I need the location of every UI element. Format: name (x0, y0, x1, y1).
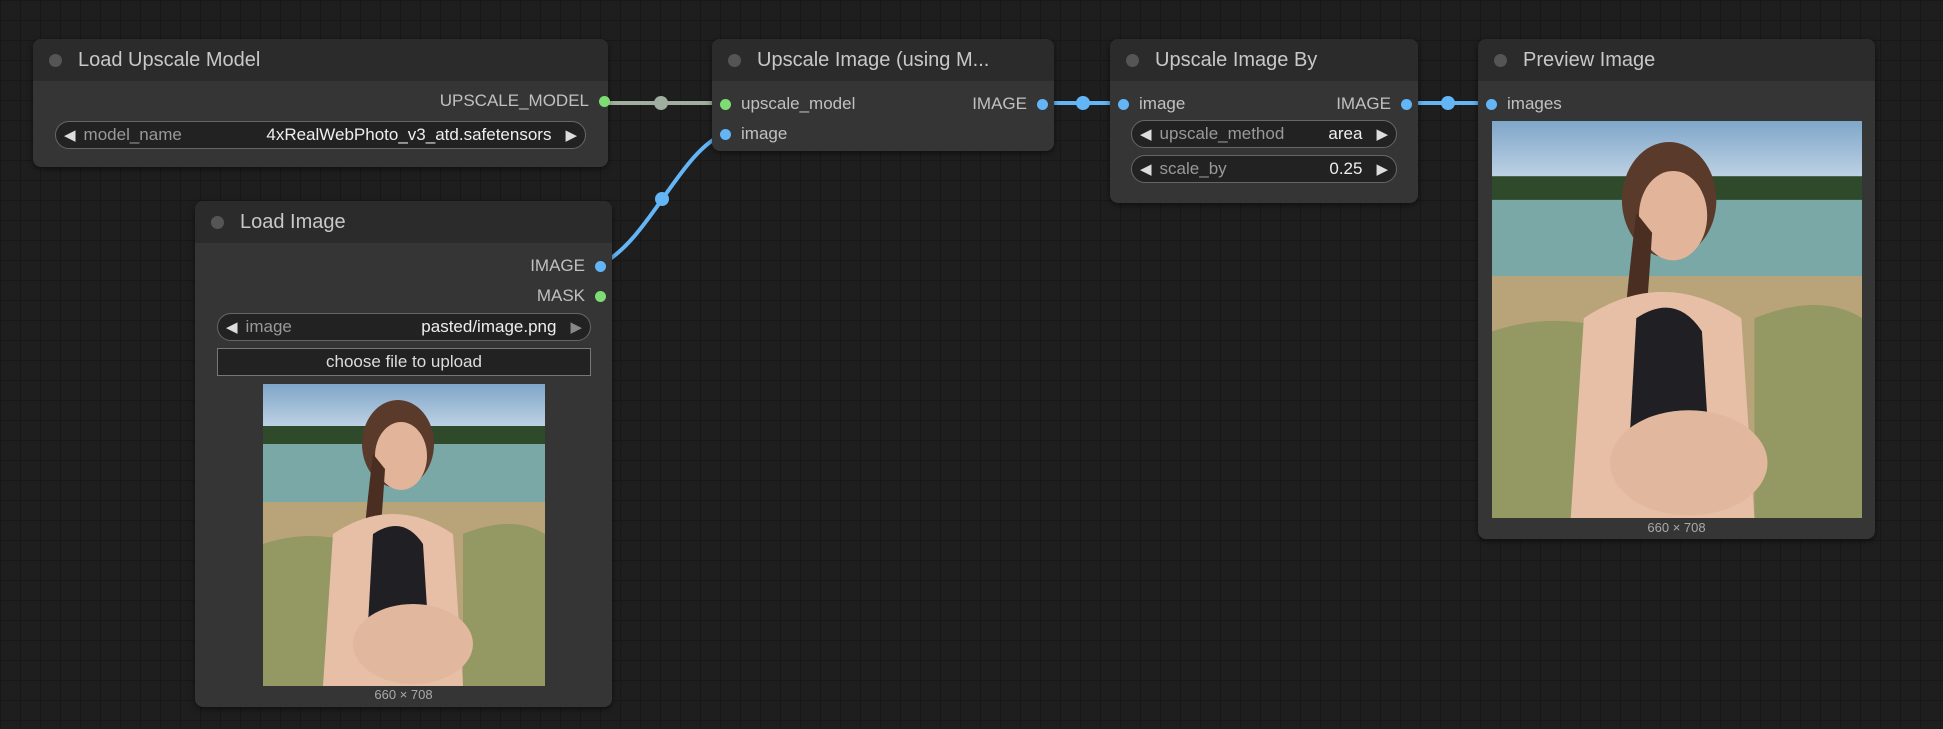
node-header[interactable]: Preview Image (1478, 39, 1875, 81)
arrow-left-icon[interactable]: ◀ (1132, 160, 1160, 178)
widget-value: 4xRealWebPhoto_v3_atd.safetensors (266, 125, 552, 144)
output-image[interactable]: IMAGE (898, 94, 1048, 114)
output-label: IMAGE (972, 94, 1027, 113)
loaded-image-preview (263, 384, 545, 686)
input-label: image (741, 124, 788, 143)
input-label: image (1139, 94, 1186, 113)
input-label: images (1507, 94, 1562, 113)
widget-value: pasted/image.png (421, 317, 557, 336)
input-socket[interactable] (720, 98, 731, 110)
arrow-left-icon[interactable]: ◀ (56, 126, 84, 144)
node-title: Upscale Image (using M... (757, 48, 990, 71)
arrow-left-icon[interactable]: ◀ (218, 318, 246, 336)
arrow-left-icon[interactable]: ◀ (1132, 125, 1160, 143)
image-link3-midpoint[interactable] (1441, 96, 1455, 110)
node-title: Load Upscale Model (78, 48, 261, 71)
widget-value: 0.25 (1329, 159, 1363, 178)
upscale-with-model-node[interactable]: Upscale Image (using M... upscale_model … (712, 39, 1054, 151)
input-upscale-model[interactable]: upscale_model (720, 94, 855, 114)
input-images[interactable]: images (1486, 94, 1562, 114)
node-header[interactable]: Load Image (195, 201, 612, 243)
output-socket[interactable] (1401, 98, 1412, 110)
input-socket[interactable] (720, 128, 731, 140)
output-upscale-model[interactable]: UPSCALE_MODEL (308, 91, 610, 111)
preview-output-image (1492, 121, 1862, 518)
output-socket[interactable] (595, 290, 606, 302)
collapse-dot-icon[interactable] (49, 53, 62, 67)
output-image[interactable]: IMAGE (406, 256, 606, 276)
collapse-dot-icon[interactable] (728, 53, 741, 67)
output-label: MASK (536, 286, 585, 305)
widget-label: image (245, 317, 292, 336)
output-label: IMAGE (530, 256, 585, 275)
output-image[interactable]: IMAGE (1262, 94, 1412, 114)
widget-label: upscale_method (1159, 124, 1285, 143)
widget-label: model_name (83, 125, 182, 144)
upscale-method-widget[interactable]: ◀ upscale_method area ▶ (1131, 120, 1397, 148)
widget-value: area (1328, 124, 1363, 143)
scale-by-widget[interactable]: ◀ scale_by 0.25 ▶ (1131, 155, 1397, 183)
output-socket[interactable] (599, 95, 610, 107)
preview-image-node[interactable]: Preview Image images 660 × 708 (1478, 39, 1875, 539)
model-link-midpoint[interactable] (654, 96, 668, 110)
node-header[interactable]: Upscale Image By (1110, 39, 1418, 81)
node-title: Upscale Image By (1155, 48, 1318, 71)
output-label: UPSCALE_MODEL (439, 91, 589, 110)
image-select-widget[interactable]: ◀ image pasted/image.png ▶ (217, 313, 591, 341)
arrow-right-icon[interactable]: ▶ (562, 318, 590, 336)
node-header[interactable]: Upscale Image (using M... (712, 39, 1054, 81)
arrow-right-icon[interactable]: ▶ (1368, 160, 1396, 178)
output-label: IMAGE (1336, 94, 1391, 113)
image-link-midpoint[interactable] (655, 192, 669, 206)
output-socket[interactable] (1037, 98, 1048, 110)
input-socket[interactable] (1118, 98, 1129, 110)
input-label: upscale_model (741, 94, 856, 113)
image-size-caption: 660 × 708 (1647, 520, 1706, 535)
load-upscale-model-node[interactable]: Load Upscale Model UPSCALE_MODEL ◀ model… (33, 39, 610, 167)
collapse-dot-icon[interactable] (1494, 53, 1507, 67)
image-size-caption: 660 × 708 (374, 687, 433, 702)
model-name-widget[interactable]: ◀ model_name 4xRealWebPhoto_v3_atd.safet… (55, 121, 586, 149)
node-header[interactable]: Load Upscale Model (33, 39, 608, 81)
arrow-right-icon[interactable]: ▶ (557, 126, 585, 144)
input-image[interactable]: image (720, 124, 787, 144)
input-image[interactable]: image (1118, 94, 1185, 114)
node-title: Load Image (240, 210, 346, 233)
output-mask[interactable]: MASK (406, 286, 606, 306)
upscale-by-node[interactable]: Upscale Image By image IMAGE ◀ upscale_m… (1110, 39, 1418, 203)
image-link2-midpoint[interactable] (1076, 96, 1090, 110)
collapse-dot-icon[interactable] (1126, 53, 1139, 67)
output-socket[interactable] (595, 260, 606, 272)
node-title: Preview Image (1523, 48, 1656, 71)
upload-button[interactable]: choose file to upload (217, 348, 591, 376)
collapse-dot-icon[interactable] (211, 215, 224, 229)
arrow-right-icon[interactable]: ▶ (1368, 125, 1396, 143)
load-image-node[interactable]: Load Image IMAGE MASK ◀ image pasted/ima… (195, 201, 612, 707)
input-socket[interactable] (1486, 98, 1497, 110)
widget-label: scale_by (1159, 159, 1227, 178)
